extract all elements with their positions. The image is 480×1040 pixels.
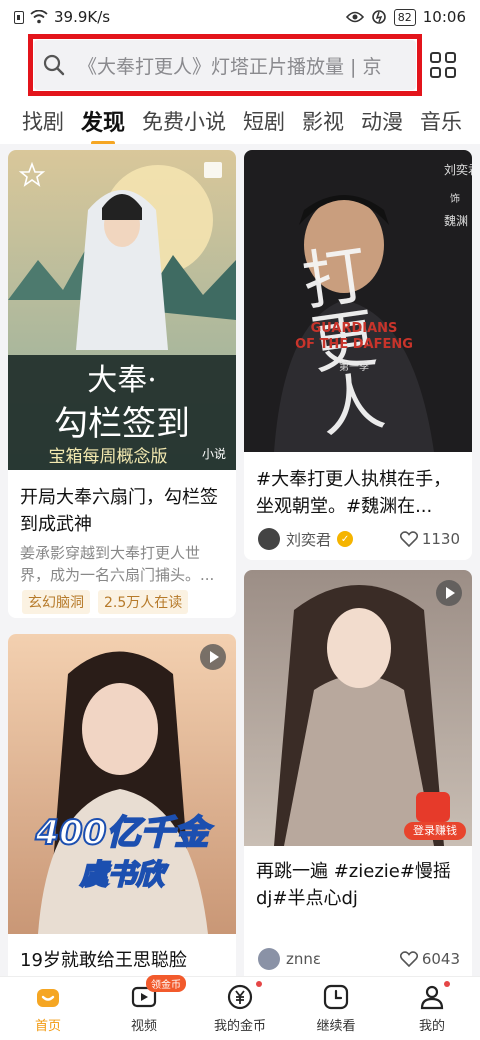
profile-icon	[420, 985, 444, 1010]
tab-music[interactable]: 音乐	[420, 106, 462, 136]
avatar-3[interactable]	[258, 948, 280, 970]
clock-icon	[323, 984, 349, 1010]
feed-card-video-2[interactable]: 400亿千金 虞书欣 19岁就敢给王思聪脸	[8, 634, 236, 976]
nav-my-coins[interactable]: 我的金币	[192, 977, 288, 1040]
coin-icon	[227, 984, 253, 1010]
book-icon	[204, 162, 222, 178]
play-icon[interactable]	[200, 644, 226, 670]
novel-tags: 玄幻脑洞 2.5万人在读	[22, 590, 189, 614]
novel-title[interactable]: 开局大奉六扇门，勾栏签到成武神	[20, 484, 224, 538]
nav-home[interactable]: 首页	[0, 977, 96, 1040]
author-row-3: znnε 6043	[258, 948, 460, 970]
feed-card-video-1[interactable]: 打更人 GUARDIANS OF THE DAFENG 第一季 刘奕君 饰 魏渊…	[244, 150, 472, 560]
nav-profile[interactable]: 我的	[384, 977, 480, 1040]
feed-card-video-3[interactable]: 登录赚钱 再跳一遍 #ziezie#慢摇dj#半点心dj znnε 6043	[244, 570, 472, 976]
author-row: 刘奕君 ✓ 1130	[258, 528, 460, 550]
wifi-icon	[30, 10, 48, 24]
cover-title-line1: 大奉·	[87, 363, 157, 398]
cover-title-line3: 宝箱每周概念版	[49, 446, 168, 467]
search-highlight-box	[28, 34, 422, 96]
eye-icon	[345, 11, 364, 23]
poster-english-2: OF THE DAFENG	[295, 337, 413, 352]
nav-video[interactable]: 视频 领金币	[96, 975, 192, 1040]
sim-icon	[14, 10, 24, 24]
video-title-3[interactable]: 再跳一遍 #ziezie#慢摇dj#半点心dj	[256, 858, 460, 912]
novel-cover: 大奉· 勾栏签到 宝箱每周概念版 小说	[8, 150, 236, 470]
video-title[interactable]: #大奉打更人执棋在手，坐观朝堂。#魏渊在...	[256, 466, 460, 520]
tag-readers: 2.5万人在读	[98, 590, 189, 614]
nav-video-label: 视频	[130, 1019, 157, 1034]
battery-indicator: 82	[393, 8, 416, 26]
nav-profile-label: 我的	[418, 1019, 445, 1034]
poster-english-1: GUARDIANS	[311, 321, 398, 336]
promo-login-earn[interactable]: 登录赚钱	[404, 792, 466, 840]
heart-icon	[399, 531, 418, 547]
tab-discover[interactable]: 发现	[81, 105, 125, 144]
poster-season: 第一季	[339, 360, 369, 373]
grid-menu-icon[interactable]	[428, 50, 458, 80]
search-row: 《大奉打更人》灯塔正片播放量 | 京	[0, 34, 480, 98]
status-bar: 39.9K/s 82 10:06	[0, 0, 480, 34]
play-icon-3[interactable]	[436, 580, 462, 606]
author-name[interactable]: 刘奕君	[286, 529, 331, 550]
bottom-nav: 首页 视频 领金币 我的金币 继续看 我的	[0, 975, 480, 1040]
network-speed: 39.9K/s	[54, 8, 111, 26]
notification-dot-2	[444, 981, 450, 987]
clock: 10:06	[422, 8, 466, 26]
tab-anime[interactable]: 动漫	[361, 106, 403, 136]
overlay-title: 400亿千金	[35, 813, 214, 853]
nav-home-label: 首页	[34, 1019, 61, 1034]
avatar[interactable]	[258, 528, 280, 550]
poster-actor: 刘奕君	[444, 162, 472, 177]
feed-card-novel[interactable]: 大奉· 勾栏签到 宝箱每周概念版 小说 开局大奉六扇门，勾栏签到成武神 姜承影穿…	[8, 150, 236, 618]
red-envelope-icon	[416, 792, 450, 822]
video-thumbnail-3: 登录赚钱	[244, 570, 472, 846]
category-tabs: 找剧 发现 免费小说 短剧 影视 动漫 音乐	[0, 98, 480, 144]
poster-role: 魏渊	[444, 213, 468, 228]
tab-find-drama[interactable]: 找剧	[22, 106, 64, 136]
data-saver-icon	[371, 10, 386, 24]
tab-film-tv[interactable]: 影视	[302, 106, 344, 136]
like-count-3: 6043	[421, 950, 460, 968]
coin-reward-badge: 领金币	[146, 975, 186, 992]
like-count: 1130	[421, 530, 460, 548]
author-name-3[interactable]: znnε	[286, 950, 321, 968]
like-button-3[interactable]: 6043	[399, 950, 460, 968]
video-thumbnail-2: 400亿千金 虞书欣	[8, 634, 236, 934]
overlay-subtitle: 虞书欣	[80, 858, 169, 891]
nav-continue-label: 继续看	[316, 1019, 356, 1034]
nav-continue-watching[interactable]: 继续看	[288, 977, 384, 1040]
video-thumbnail: 打更人 GUARDIANS OF THE DAFENG 第一季 刘奕君 饰 魏渊	[244, 150, 472, 452]
notification-dot	[256, 981, 262, 987]
novel-badge: 小说	[201, 447, 226, 461]
nav-my-coins-label: 我的金币	[213, 1019, 266, 1034]
video-title-2[interactable]: 19岁就敢给王思聪脸	[20, 947, 224, 974]
novel-description: 姜承影穿越到大奉打更人世界，成为一名六扇门捕头。...	[20, 544, 215, 584]
tab-short-drama[interactable]: 短剧	[243, 106, 285, 136]
home-icon	[37, 989, 59, 1007]
poster-as: 饰	[450, 192, 460, 205]
discover-feed: 大奉· 勾栏签到 宝箱每周概念版 小说 开局大奉六扇门，勾栏签到成武神 姜承影穿…	[0, 144, 480, 976]
heart-icon-3	[399, 951, 418, 967]
cover-title-line2: 勾栏签到	[54, 404, 190, 444]
verified-icon: ✓	[337, 531, 354, 547]
like-button[interactable]: 1130	[399, 530, 460, 548]
promo-label: 登录赚钱	[404, 822, 466, 840]
tab-free-novels[interactable]: 免费小说	[142, 106, 226, 136]
tag-genre: 玄幻脑洞	[22, 590, 90, 614]
